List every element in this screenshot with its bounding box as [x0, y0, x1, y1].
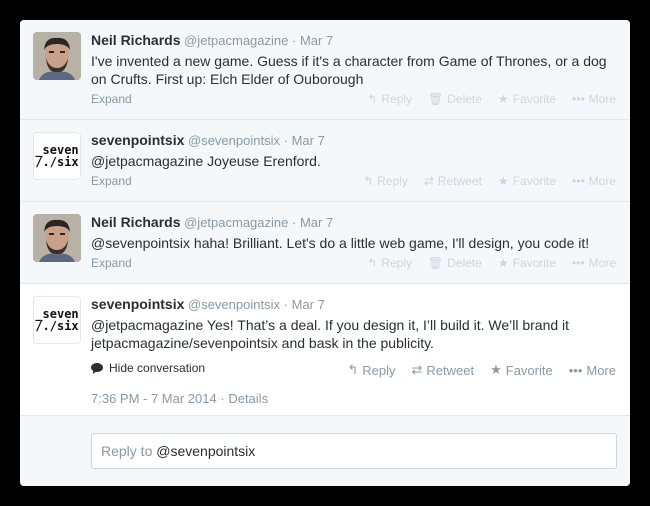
- tweet-timestamp-row: 7:36 PM - 7 Mar 2014 · Details: [91, 391, 268, 406]
- avatar-neil-richards[interactable]: [33, 214, 81, 262]
- conversation-card: Neil Richards @jetpacmagazine · Mar 7 I'…: [20, 20, 630, 486]
- tweet-text: @sevenpointsix haha! Brilliant. Let's do…: [91, 235, 590, 251]
- face-avatar-image: [33, 32, 81, 80]
- author-name[interactable]: Neil Richards: [91, 214, 180, 230]
- reply-placeholder-prefix: Reply to: [101, 443, 157, 459]
- reply-button[interactable]: ↰ Reply: [367, 92, 412, 106]
- reply-mention: @sevenpointsix: [156, 443, 256, 459]
- ellipsis-icon: •••: [572, 92, 585, 106]
- reply-button[interactable]: ↰ Reply: [367, 256, 412, 270]
- retweet-icon: ⇄: [423, 174, 434, 188]
- reply-area: Reply to @sevenpointsix: [20, 416, 630, 486]
- author-handle[interactable]: @jetpacmagazine: [184, 33, 288, 48]
- separator: ·: [283, 133, 288, 148]
- retweet-icon: ⇄: [411, 362, 423, 377]
- favorite-button[interactable]: ★ Favorite: [490, 362, 553, 378]
- expand-link[interactable]: Expand: [91, 174, 132, 188]
- avatar-sevenpointsix[interactable]: _seven /./six: [33, 296, 81, 344]
- expand-link[interactable]: Expand: [91, 92, 132, 106]
- more-button[interactable]: ••• More: [572, 256, 616, 270]
- reply-icon: ↰: [367, 256, 378, 270]
- star-icon: ★: [497, 256, 509, 270]
- delete-button[interactable]: 🗑 Delete: [428, 256, 482, 270]
- author-handle[interactable]: @sevenpointsix: [188, 297, 280, 312]
- separator: ·: [292, 215, 297, 230]
- tweet-header: sevenpointsix @sevenpointsix · Mar 7: [91, 296, 325, 313]
- reply-icon: ↰: [347, 362, 359, 377]
- retweet-button[interactable]: ⇄ Retweet: [411, 362, 474, 378]
- avatar-neil-richards[interactable]: [33, 32, 81, 80]
- more-button[interactable]: ••• More: [572, 92, 616, 106]
- details-link[interactable]: Details: [228, 391, 268, 406]
- tweet-actions: ↰ Reply ⇄ Retweet ★ Favorite ••• More: [347, 174, 616, 188]
- retweet-button[interactable]: ⇄ Retweet: [424, 174, 482, 188]
- speech-bubble-icon: [91, 362, 103, 374]
- tweet-actions: ↰ Reply ⇄ Retweet ★ Favorite ••• More: [331, 362, 616, 378]
- star-icon: ★: [497, 92, 509, 106]
- author-name[interactable]: sevenpointsix: [91, 296, 184, 312]
- tweet-time[interactable]: Mar 7: [292, 297, 325, 312]
- delete-button[interactable]: 🗑 Delete: [428, 92, 482, 106]
- star-icon: ★: [490, 362, 502, 377]
- tweet-1[interactable]: Neil Richards @jetpacmagazine · Mar 7 I'…: [20, 20, 630, 120]
- tweet-header: Neil Richards @jetpacmagazine · Mar 7: [91, 214, 333, 231]
- ellipsis-icon: •••: [568, 362, 583, 378]
- reply-icon: ↰: [367, 92, 378, 106]
- favorite-button[interactable]: ★ Favorite: [498, 256, 556, 270]
- tweet-2[interactable]: _seven /./six sevenpointsix @sevenpoints…: [20, 120, 630, 202]
- separator: ·: [220, 391, 225, 406]
- tweet-text: @jetpacmagazine Yes! That’s a deal. If y…: [91, 317, 570, 351]
- full-timestamp[interactable]: 7:36 PM - 7 Mar 2014: [91, 391, 217, 406]
- trash-icon: 🗑: [428, 92, 444, 106]
- star-icon: ★: [497, 174, 509, 188]
- tweet-text: @jetpacmagazine Joyeuse Erenford.: [91, 153, 321, 169]
- tweet-header: sevenpointsix @sevenpointsix · Mar 7: [91, 132, 325, 149]
- tweet-time[interactable]: Mar 7: [300, 33, 333, 48]
- reply-input[interactable]: Reply to @sevenpointsix: [91, 433, 617, 469]
- tweet-time[interactable]: Mar 7: [292, 133, 325, 148]
- tweet-text: I've invented a new game. Guess if it's …: [91, 53, 607, 87]
- author-name[interactable]: sevenpointsix: [91, 132, 184, 148]
- tweet-actions: ↰ Reply 🗑 Delete ★ Favorite ••• More: [351, 92, 616, 106]
- avatar-sevenpointsix[interactable]: _seven /./six: [33, 132, 81, 180]
- more-button[interactable]: ••• More: [569, 363, 616, 378]
- separator: ·: [292, 33, 297, 48]
- ellipsis-icon: •••: [572, 174, 585, 188]
- face-avatar-image: [33, 214, 81, 262]
- author-handle[interactable]: @sevenpointsix: [188, 133, 280, 148]
- reply-button[interactable]: ↰ Reply: [347, 362, 395, 378]
- tweet-3[interactable]: Neil Richards @jetpacmagazine · Mar 7 @s…: [20, 202, 630, 284]
- tweet-header: Neil Richards @jetpacmagazine · Mar 7: [91, 32, 333, 49]
- tweet-4-expanded[interactable]: _seven /./six sevenpointsix @sevenpoints…: [20, 284, 630, 416]
- tweet-time[interactable]: Mar 7: [300, 215, 333, 230]
- hide-conversation-link[interactable]: Hide conversation: [91, 361, 205, 375]
- expand-link[interactable]: Expand: [91, 256, 132, 270]
- trash-icon: 🗑: [428, 256, 444, 270]
- author-handle[interactable]: @jetpacmagazine: [184, 215, 288, 230]
- author-name[interactable]: Neil Richards: [91, 32, 180, 48]
- favorite-button[interactable]: ★ Favorite: [498, 92, 556, 106]
- reply-icon: ↰: [363, 174, 374, 188]
- separator: ·: [283, 297, 288, 312]
- sevenpointsix-logo: _seven /./six: [35, 143, 79, 169]
- sevenpointsix-logo: _seven /./six: [35, 307, 79, 333]
- reply-button[interactable]: ↰ Reply: [363, 174, 408, 188]
- more-button[interactable]: ••• More: [572, 174, 616, 188]
- ellipsis-icon: •••: [572, 256, 585, 270]
- tweet-actions: ↰ Reply 🗑 Delete ★ Favorite ••• More: [351, 256, 616, 270]
- favorite-button[interactable]: ★ Favorite: [498, 174, 556, 188]
